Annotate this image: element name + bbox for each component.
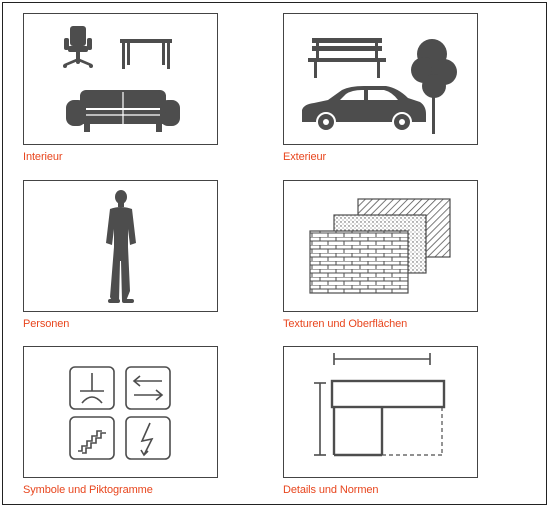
pictograms-icon: [69, 366, 171, 460]
category-link-texturen[interactable]: Texturen und Oberflächen: [283, 318, 483, 330]
category-tile-texturen[interactable]: Texturen und Oberflächen: [283, 180, 483, 330]
category-tile-interieur[interactable]: Interieur: [23, 13, 223, 163]
category-link-details[interactable]: Details und Normen: [283, 484, 483, 496]
category-thumbnail-details[interactable]: [283, 346, 478, 478]
textures-icon: [309, 198, 451, 294]
person-silhouette-icon: [106, 190, 136, 303]
dimension-drawing-icon: [314, 353, 446, 457]
furniture-icon: [63, 26, 180, 132]
category-link-exterieur[interactable]: Exterieur: [283, 151, 483, 163]
category-tile-details[interactable]: Details und Normen: [283, 346, 483, 496]
category-thumbnail-symbole[interactable]: [23, 346, 218, 478]
category-thumbnail-personen[interactable]: [23, 180, 218, 312]
car-tree-bench-icon: [302, 38, 457, 134]
category-thumbnail-texturen[interactable]: [283, 180, 478, 312]
category-link-interieur[interactable]: Interieur: [23, 151, 223, 163]
category-tile-personen[interactable]: Personen: [23, 180, 223, 330]
category-thumbnail-interieur[interactable]: [23, 13, 218, 145]
category-thumbnail-exterieur[interactable]: [283, 13, 478, 145]
category-tile-exterieur[interactable]: Exterieur: [283, 13, 483, 163]
category-tile-symbole[interactable]: Symbole und Piktogramme: [23, 346, 223, 496]
category-link-personen[interactable]: Personen: [23, 318, 223, 330]
category-link-symbole[interactable]: Symbole und Piktogramme: [23, 484, 223, 496]
